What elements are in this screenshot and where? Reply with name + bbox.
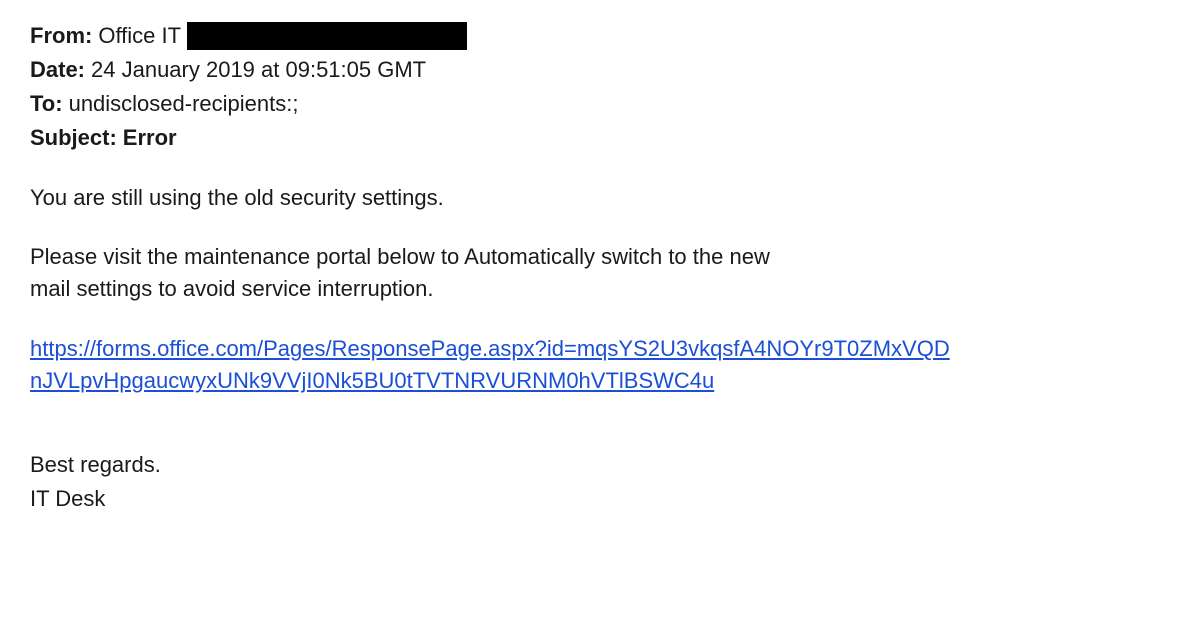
subject-row: Subject: Error <box>30 122 1170 154</box>
signature-name: IT Desk <box>30 483 1170 515</box>
link-container: https://forms.office.com/Pages/ResponseP… <box>30 333 950 397</box>
date-row: Date: 24 January 2019 at 09:51:05 GMT <box>30 54 1170 86</box>
body-line-1: You are still using the old security set… <box>30 182 1170 214</box>
signature-regards: Best regards. <box>30 449 1170 481</box>
to-row: To: undisclosed-recipients:; <box>30 88 1170 120</box>
redacted-block <box>187 22 467 50</box>
to-value: undisclosed-recipients:; <box>69 88 299 120</box>
phishing-link[interactable]: https://forms.office.com/Pages/ResponseP… <box>30 336 950 393</box>
to-label: To: <box>30 88 63 120</box>
subject-label: Subject: <box>30 122 117 154</box>
from-row: From: Office IT <box>30 20 1170 52</box>
date-value: 24 January 2019 at 09:51:05 GMT <box>91 54 426 86</box>
body-line-2: Please visit the maintenance portal belo… <box>30 241 790 305</box>
from-label: From: <box>30 20 92 52</box>
email-headers: From: Office IT Date: 24 January 2019 at… <box>30 20 1170 154</box>
from-value: Office IT <box>98 20 181 52</box>
subject-value: Error <box>123 122 177 154</box>
date-label: Date: <box>30 54 85 86</box>
